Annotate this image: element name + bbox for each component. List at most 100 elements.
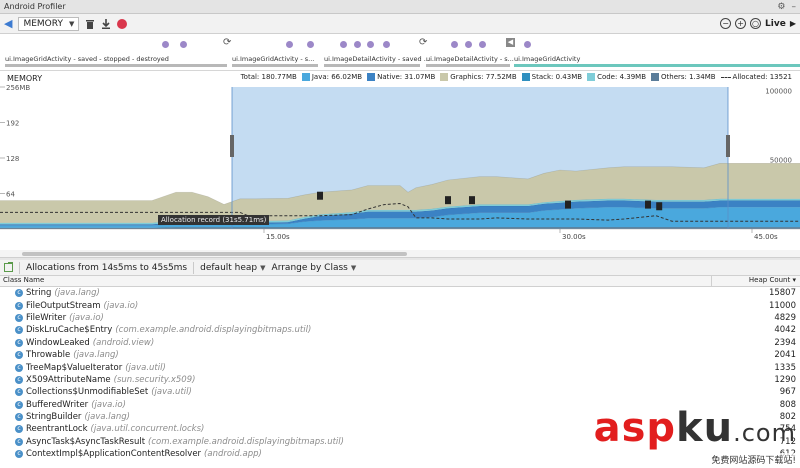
zoom-out-icon[interactable]: − xyxy=(720,18,732,29)
table-row[interactable]: c FileWriter (java.io) 4829 xyxy=(0,312,800,324)
allocation-toolbar: Allocations from 14s5ms to 45s5ms defaul… xyxy=(0,260,800,276)
class-icon: c xyxy=(15,351,23,360)
zoom-in-icon[interactable]: + xyxy=(735,18,747,29)
touch-event-dot[interactable] xyxy=(307,41,314,48)
table-row[interactable]: c Throwable (java.lang) 2041 xyxy=(0,349,800,361)
activity-label[interactable]: ui.ImageGridActivity - saved - stopped -… xyxy=(5,55,169,63)
rotation-event-icon[interactable]: ⟳ xyxy=(223,37,231,48)
class-package: (com.example.android.displayingbitmaps.u… xyxy=(115,325,312,336)
touch-event-dot[interactable] xyxy=(465,41,472,48)
title-bar: Android Profiler ⚙ – xyxy=(0,0,800,14)
table-row[interactable]: c TreeMap$ValueIterator (java.util) 1335 xyxy=(0,361,800,373)
export-icon[interactable] xyxy=(4,262,13,272)
class-name: ReentrantLock xyxy=(26,424,88,435)
activity-label[interactable]: ui.ImageGridActivity - s... xyxy=(232,55,314,63)
class-icon: c xyxy=(15,450,23,459)
table-row[interactable]: c FileOutputStream (java.io) 11000 xyxy=(0,299,800,311)
memory-title: MEMORY xyxy=(7,74,43,83)
touch-event-dot[interactable] xyxy=(367,41,374,48)
legend-java-label: Java: 66.02MB xyxy=(311,73,363,81)
touch-event-dot[interactable] xyxy=(383,41,390,48)
table-row[interactable]: c DiskLruCache$Entry (com.example.android.… xyxy=(0,324,800,336)
window-title: Android Profiler xyxy=(4,2,66,11)
touch-event-dot[interactable] xyxy=(286,41,293,48)
x-tick-label: 15.00s xyxy=(266,233,290,241)
gc-event-icon xyxy=(317,191,323,200)
legend-swatch-others xyxy=(651,73,659,81)
legend-swatch-code xyxy=(587,73,596,81)
touch-event-dot[interactable] xyxy=(340,41,347,48)
settings-icon[interactable]: ⚙ xyxy=(777,2,785,12)
back-arrow-icon[interactable]: ◀ xyxy=(4,17,12,30)
chevron-down-icon: ▼ xyxy=(350,263,357,272)
heap-count-cell: 15807 xyxy=(768,288,796,299)
class-icon: c xyxy=(15,313,23,322)
table-row[interactable]: c WindowLeaked (android.view) 2394 xyxy=(0,337,800,349)
touch-event-dot[interactable] xyxy=(451,41,458,48)
heap-dropdown[interactable]: default heap ▼ xyxy=(200,263,265,273)
heap-count-cell: 2041 xyxy=(774,350,796,361)
chevron-down-icon: ▼ xyxy=(260,263,266,272)
reset-zoom-icon[interactable]: ○ xyxy=(750,18,762,29)
arrange-dropdown[interactable]: Arrange by Class ▼ xyxy=(272,263,357,273)
timeline-scrollbar-thumb[interactable] xyxy=(22,252,407,256)
class-package: (java.util) xyxy=(125,362,166,373)
touch-event-dot[interactable] xyxy=(180,41,187,48)
class-package: (java.lang) xyxy=(84,412,130,423)
legend-stack: Stack: 0.43MB xyxy=(521,73,582,81)
live-button[interactable]: Live xyxy=(765,19,786,29)
class-name-cell: c FileOutputStream (java.io) xyxy=(0,301,712,311)
event-lane: ⟳ ⟳ ◀ xyxy=(0,34,800,54)
class-name: StringBuilder xyxy=(26,412,82,423)
activity-bar xyxy=(426,64,510,67)
activity-bar xyxy=(5,64,227,67)
watermark-subtitle: 免费网站源码下载站! xyxy=(593,453,796,466)
timeline-scrollbar[interactable] xyxy=(0,250,800,257)
column-class-name[interactable]: Class Name xyxy=(0,276,712,286)
table-row[interactable]: c X509AttributeName (sun.security.x509) 129… xyxy=(0,374,800,386)
minimize-icon[interactable]: – xyxy=(792,2,797,12)
class-package: (java.util.concurrent.locks) xyxy=(90,424,205,435)
touch-event-dot[interactable] xyxy=(354,41,361,48)
heap-dump-icon[interactable] xyxy=(101,18,111,29)
allocation-record-tooltip: Allocation record (31s5.71ms) xyxy=(158,215,270,225)
class-icon: c xyxy=(15,413,23,422)
legend-graphics: Graphics: 77.52MB xyxy=(440,73,517,81)
legend-allocated: Allocated: 13521 xyxy=(720,73,792,81)
table-row[interactable]: c Collections$UnmodifiableSet (java.util) 9… xyxy=(0,386,800,398)
legend-swatch-java xyxy=(301,73,310,81)
legend-allocated-label: Allocated: 13521 xyxy=(732,73,792,81)
activity-label[interactable]: ui.ImageGridActivity xyxy=(514,55,580,63)
live-play-icon[interactable]: ▶ xyxy=(790,19,796,28)
back-key-event-icon[interactable]: ◀ xyxy=(506,38,515,47)
class-name: String xyxy=(26,288,52,299)
class-icon: c xyxy=(15,301,23,310)
profiler-selector[interactable]: MEMORY ▼ xyxy=(18,16,80,31)
activity-bar xyxy=(324,64,420,67)
garbage-collect-icon[interactable] xyxy=(85,19,95,29)
memory-monitor[interactable]: 256MB 192 128 64 100000 50000 15.00s 30.00s 45.0… xyxy=(0,70,800,250)
record-allocations-button[interactable] xyxy=(117,18,128,29)
table-row[interactable]: c String (java.lang) 15807 xyxy=(0,287,800,299)
y-right-tick-label: 100000 xyxy=(765,87,792,95)
heap-count-cell: 4829 xyxy=(774,312,796,323)
heap-count-cell: 1335 xyxy=(774,362,796,373)
class-name-cell: c Throwable (java.lang) xyxy=(0,350,712,360)
legend-java: Java: 66.02MB xyxy=(301,73,363,81)
activity-label[interactable]: ui.ImageDetailActivity - saved ... xyxy=(324,55,430,63)
memory-chart[interactable]: 256MB 192 128 64 100000 50000 15.00s 30.00s 45.0… xyxy=(0,71,800,251)
touch-event-dot[interactable] xyxy=(162,41,169,48)
activity-label[interactable]: ui.ImageDetailActivity - s... xyxy=(426,55,514,63)
touch-event-dot[interactable] xyxy=(524,41,531,48)
column-heap-count[interactable]: Heap Count ▾ xyxy=(712,276,800,286)
class-icon: c xyxy=(15,338,23,347)
heap-count-cell: 4042 xyxy=(774,325,796,336)
toolbar-separator xyxy=(193,261,195,274)
touch-event-dot[interactable] xyxy=(479,41,486,48)
legend-swatch-stack xyxy=(521,73,530,81)
class-icon: c xyxy=(15,388,23,397)
profiler-toolbar: ◀ MEMORY ▼ − + ○ Live ▶ xyxy=(0,14,800,34)
legend-swatch-native xyxy=(367,73,376,81)
rotation-event-icon[interactable]: ⟳ xyxy=(419,37,427,48)
class-name-cell: c Collections$UnmodifiableSet (java.util) xyxy=(0,387,712,397)
